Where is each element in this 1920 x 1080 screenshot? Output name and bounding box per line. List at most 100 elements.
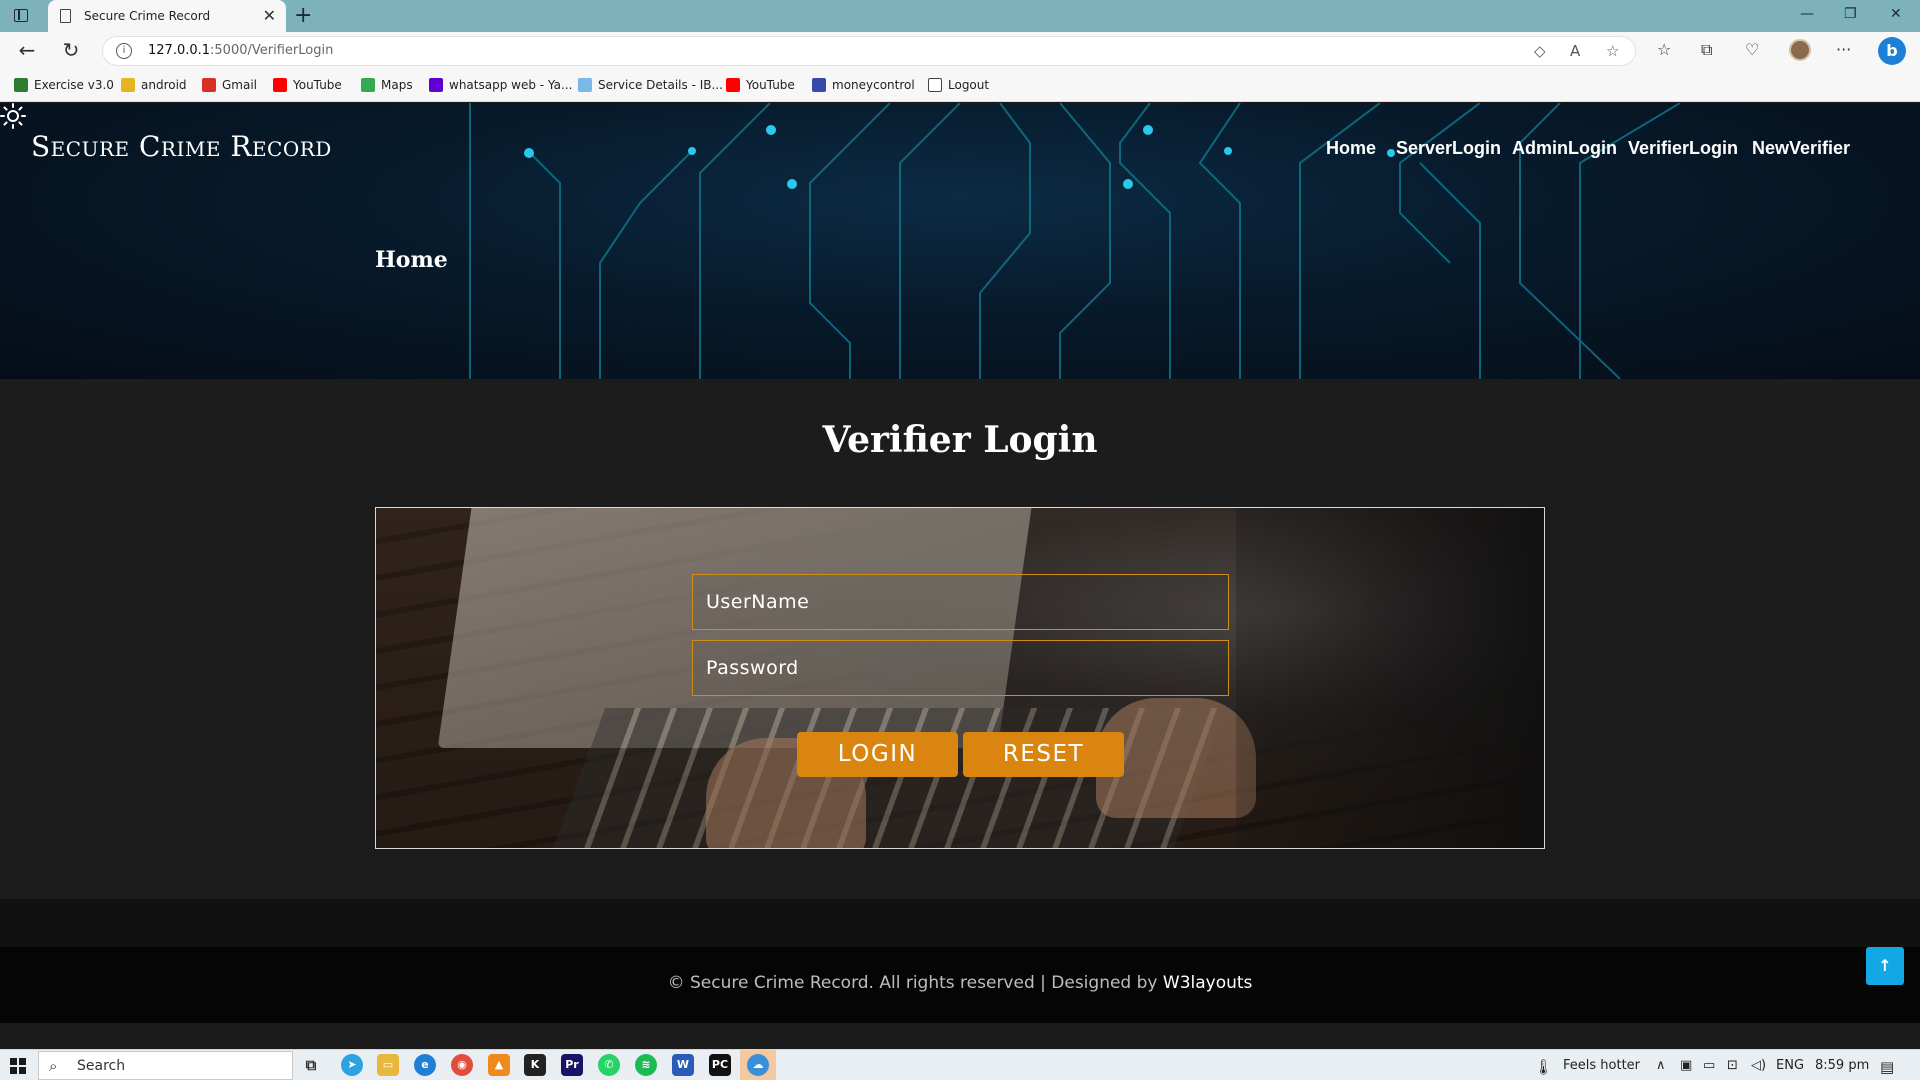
moneycontrol-icon [812,78,826,92]
telegram-icon[interactable]: ➤ [341,1054,363,1076]
yahoo-icon [429,78,443,92]
vlc-icon[interactable]: ▲ [488,1054,510,1076]
premiere-pro-icon[interactable]: Pr [561,1054,583,1076]
more-options-icon[interactable]: ··· [1836,40,1851,59]
bookmark-item[interactable]: Exercise v3.0 [14,78,114,92]
taskbar-search[interactable]: ⌕ Search [38,1051,293,1080]
web-page: Secure Crime Record Home ServerLogin Adm… [0,103,1920,1049]
page-title: Verifier Login [822,419,1098,461]
maps-pin-icon [361,78,375,92]
youtube-icon [726,78,740,92]
new-tab-icon[interactable]: + [294,3,312,28]
windows-start-icon[interactable] [10,1058,26,1074]
login-button[interactable]: LOGIN [797,732,958,777]
folder-icon [121,78,135,92]
spotify-icon[interactable]: ≋ [635,1054,657,1076]
bookmark-label: moneycontrol [832,78,915,92]
address-bar[interactable]: i 127.0.0.1:5000/VerifierLogin ◇ A ☆ [102,36,1636,66]
language-indicator[interactable]: ENG [1776,1058,1804,1073]
restore-icon[interactable]: ❐ [1844,6,1857,22]
bookmarks-bar: Exercise v3.0 android Gmail YouTube Maps what… [0,70,1920,102]
reset-button[interactable]: RESET [963,732,1124,777]
minimize-icon[interactable]: — [1800,6,1814,22]
footer: © Secure Crime Record. All rights reserv… [0,947,1920,1023]
nav-home[interactable]: Home [1326,138,1376,159]
footer-spacer [0,899,1920,947]
file-explorer-icon[interactable]: ▭ [377,1054,399,1076]
back-to-top-button[interactable]: ↑ [1866,947,1904,985]
browser-essentials-icon[interactable]: ♡ [1745,40,1759,59]
collections-icon[interactable]: ⧉ [1701,40,1712,60]
weather-text[interactable]: Feels hotter [1563,1058,1640,1073]
bookmark-item[interactable]: Logout [928,78,989,92]
designer-link[interactable]: W3layouts [1163,973,1253,993]
username-field[interactable] [692,574,1229,630]
bookmark-item[interactable]: Gmail [202,78,257,92]
youtube-icon [273,78,287,92]
bookmark-label: YouTube [293,78,342,92]
page-breadcrumb: Home [375,247,448,273]
bookmark-item[interactable]: moneycontrol [812,78,915,92]
notification-icon[interactable]: ▤ [1880,1058,1894,1076]
kotlin-icon[interactable]: K [524,1054,546,1076]
url-text[interactable]: 127.0.0.1:5000/VerifierLogin [148,43,333,58]
favorites-icon[interactable]: ☆ [1657,40,1671,59]
close-tab-icon[interactable]: ✕ [263,6,276,25]
bookmark-item[interactable]: YouTube [273,78,342,92]
login-form-panel: LOGIN RESET [375,507,1545,849]
whatsapp-icon[interactable]: ✆ [598,1054,620,1076]
window-close-icon[interactable]: ✕ [1890,6,1902,22]
pycharm-icon[interactable]: PC [709,1054,731,1076]
bookmark-label: whatsapp web - Ya... [449,78,573,92]
onedrive-icon[interactable]: ☁ [747,1054,769,1076]
nav-admin-login[interactable]: AdminLogin [1512,138,1617,159]
clock[interactable]: 8:59 pm [1815,1058,1869,1073]
bookmark-item[interactable]: Service Details - IB... [578,78,723,92]
chrome-icon[interactable]: ◉ [451,1054,473,1076]
battery-icon[interactable]: ▭ [1703,1058,1715,1073]
bookmark-label: Exercise v3.0 [34,78,114,92]
theme-toggle-sun-icon[interactable] [0,103,26,129]
tab-actions-icon[interactable] [12,7,32,25]
network-icon[interactable]: ⊡ [1727,1058,1738,1073]
read-aloud-icon[interactable]: A [1570,42,1580,60]
bookmark-label: Service Details - IB... [598,78,723,92]
password-field[interactable] [692,640,1229,696]
bookmark-item[interactable]: android [121,78,187,92]
tag-icon[interactable]: ◇ [1534,42,1546,60]
login-section: Verifier Login LOGIN RESET [0,379,1920,899]
browser-tab-strip: Secure Crime Record ✕ + — ❐ ✕ [0,0,1920,32]
add-favorite-icon[interactable]: ☆ [1606,42,1619,60]
volume-icon[interactable]: ◁) [1751,1058,1766,1073]
bookmark-label: Logout [948,78,990,92]
bookmark-item[interactable]: Maps [361,78,413,92]
site-info-icon[interactable]: i [116,43,132,59]
task-view-icon[interactable]: ⧉ [300,1054,322,1076]
username-input[interactable] [693,575,1228,629]
page-icon [60,9,71,23]
meet-now-icon[interactable]: ▣ [1680,1058,1692,1073]
bookmark-label: android [141,78,187,92]
cloud-icon [578,78,592,92]
edge-icon[interactable]: e [414,1054,436,1076]
word-icon[interactable]: W [672,1054,694,1076]
nav-server-login[interactable]: ServerLogin [1396,138,1501,159]
show-hidden-icons-icon[interactable]: ∧ [1656,1058,1666,1073]
site-brand[interactable]: Secure Crime Record [31,130,332,163]
nav-new-verifier[interactable]: NewVerifier [1752,138,1850,159]
bing-copilot-icon[interactable]: b [1878,37,1906,65]
gmail-icon [202,78,216,92]
bookmark-item[interactable]: whatsapp web - Ya... [429,78,572,92]
back-icon[interactable]: ← [15,38,39,62]
password-input[interactable] [693,641,1228,695]
weather-icon[interactable]: 🌡 [1534,1058,1553,1076]
bookmark-item[interactable]: YouTube [726,78,795,92]
windows-taskbar: ⌕ Search ⧉ ➤ ▭ e ◉ ▲ K Pr ✆ ≋ W PC ☁ 🌡 F… [0,1049,1920,1080]
address-bar-row: ← ↻ i 127.0.0.1:5000/VerifierLogin ◇ A ☆… [0,32,1920,70]
browser-tab-active[interactable]: Secure Crime Record ✕ [48,0,286,32]
nav-verifier-login[interactable]: VerifierLogin [1628,138,1738,159]
w-icon [14,78,28,92]
refresh-icon[interactable]: ↻ [59,38,83,62]
bookmark-label: Maps [381,78,413,92]
profile-avatar[interactable] [1789,39,1811,61]
